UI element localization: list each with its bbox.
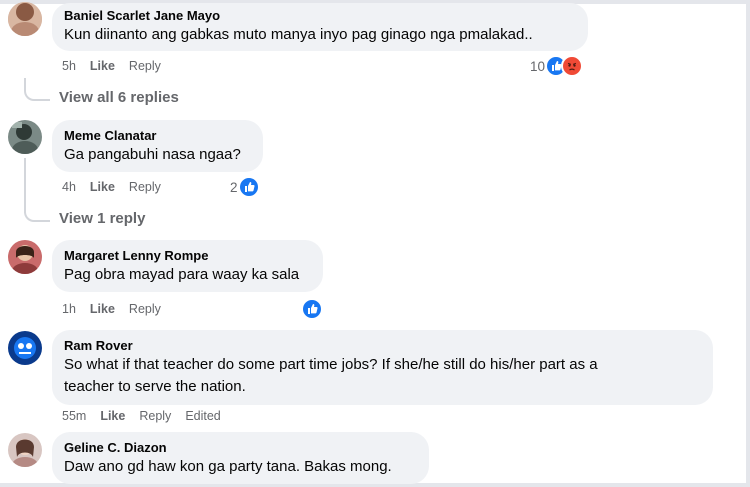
comment-time[interactable]: 5h [62,59,76,73]
right-border [746,0,750,487]
comment-text: Daw ano gd haw kon ga party tana. Bakas … [64,458,392,475]
reaction-count: 2 [230,179,238,195]
like-button[interactable]: Like [90,59,115,73]
reply-button[interactable]: Reply [129,302,161,316]
comment-time[interactable]: 1h [62,302,76,316]
comment-author[interactable]: Meme Clanatar [64,128,251,144]
avatar-photo [8,120,42,154]
comment-author[interactable]: Margaret Lenny Rompe [64,248,311,264]
like-button[interactable]: Like [90,302,115,316]
avatar[interactable] [8,240,42,274]
comment-actions: 55m Like Reply Edited [62,408,235,424]
comment-actions: 1h Like Reply [62,301,175,317]
comment-text-line: So what if that teacher do some part tim… [64,356,598,373]
view-replies-link[interactable]: View all 6 replies [59,89,179,106]
comment-actions: 5h Like Reply [62,58,175,74]
comment-text-line: teacher to serve the nation. [64,378,246,395]
like-button[interactable]: Like [90,180,115,194]
comment-bubble: Meme Clanatar Ga pangabuhi nasa ngaa? [52,120,263,172]
comment-author[interactable]: Geline C. Diazon [64,440,417,456]
comment-actions: 4h Like Reply [62,179,175,195]
thread-line [24,158,26,213]
avatar[interactable] [8,2,42,36]
reaction-count: 10 [530,58,546,74]
reply-button[interactable]: Reply [129,59,161,73]
comment-text: Kun diinanto ang gabkas muto manya inyo … [64,26,533,43]
avatar-photo [8,433,42,467]
thread-connector [24,206,50,222]
avatar-photo [8,331,42,365]
like-icon [237,176,260,198]
avatar-photo [8,240,42,274]
reaction-summary[interactable] [301,298,323,320]
reply-button[interactable]: Reply [139,409,171,423]
like-icon [301,298,323,320]
edited-label[interactable]: Edited [185,409,220,423]
comment-author[interactable]: Ram Rover [64,338,701,354]
avatar-photo [8,2,42,36]
avatar[interactable] [8,331,42,365]
comment-time[interactable]: 4h [62,180,76,194]
view-replies-link[interactable]: View 1 reply [59,210,145,227]
thread-connector [24,85,50,101]
reaction-summary[interactable]: 2 [230,176,260,198]
avatar[interactable] [8,433,42,467]
avatar[interactable] [8,120,42,154]
comment-bubble: Margaret Lenny Rompe Pag obra mayad para… [52,240,323,292]
comment-text: Ga pangabuhi nasa ngaa? [64,146,241,163]
comment-bubble: Baniel Scarlet Jane Mayo Kun diinanto an… [52,3,588,51]
reaction-summary[interactable]: 10 [530,55,584,77]
comment-text: Pag obra mayad para waay ka sala [64,266,300,283]
angry-icon [561,55,584,77]
like-button[interactable]: Like [100,409,125,423]
comment-author[interactable]: Baniel Scarlet Jane Mayo [64,8,576,24]
comment-bubble: Geline C. Diazon Daw ano gd haw kon ga p… [52,432,429,484]
comment-time[interactable]: 55m [62,409,86,423]
reply-button[interactable]: Reply [129,180,161,194]
comment-bubble: Ram Rover So what if that teacher do som… [52,330,713,405]
